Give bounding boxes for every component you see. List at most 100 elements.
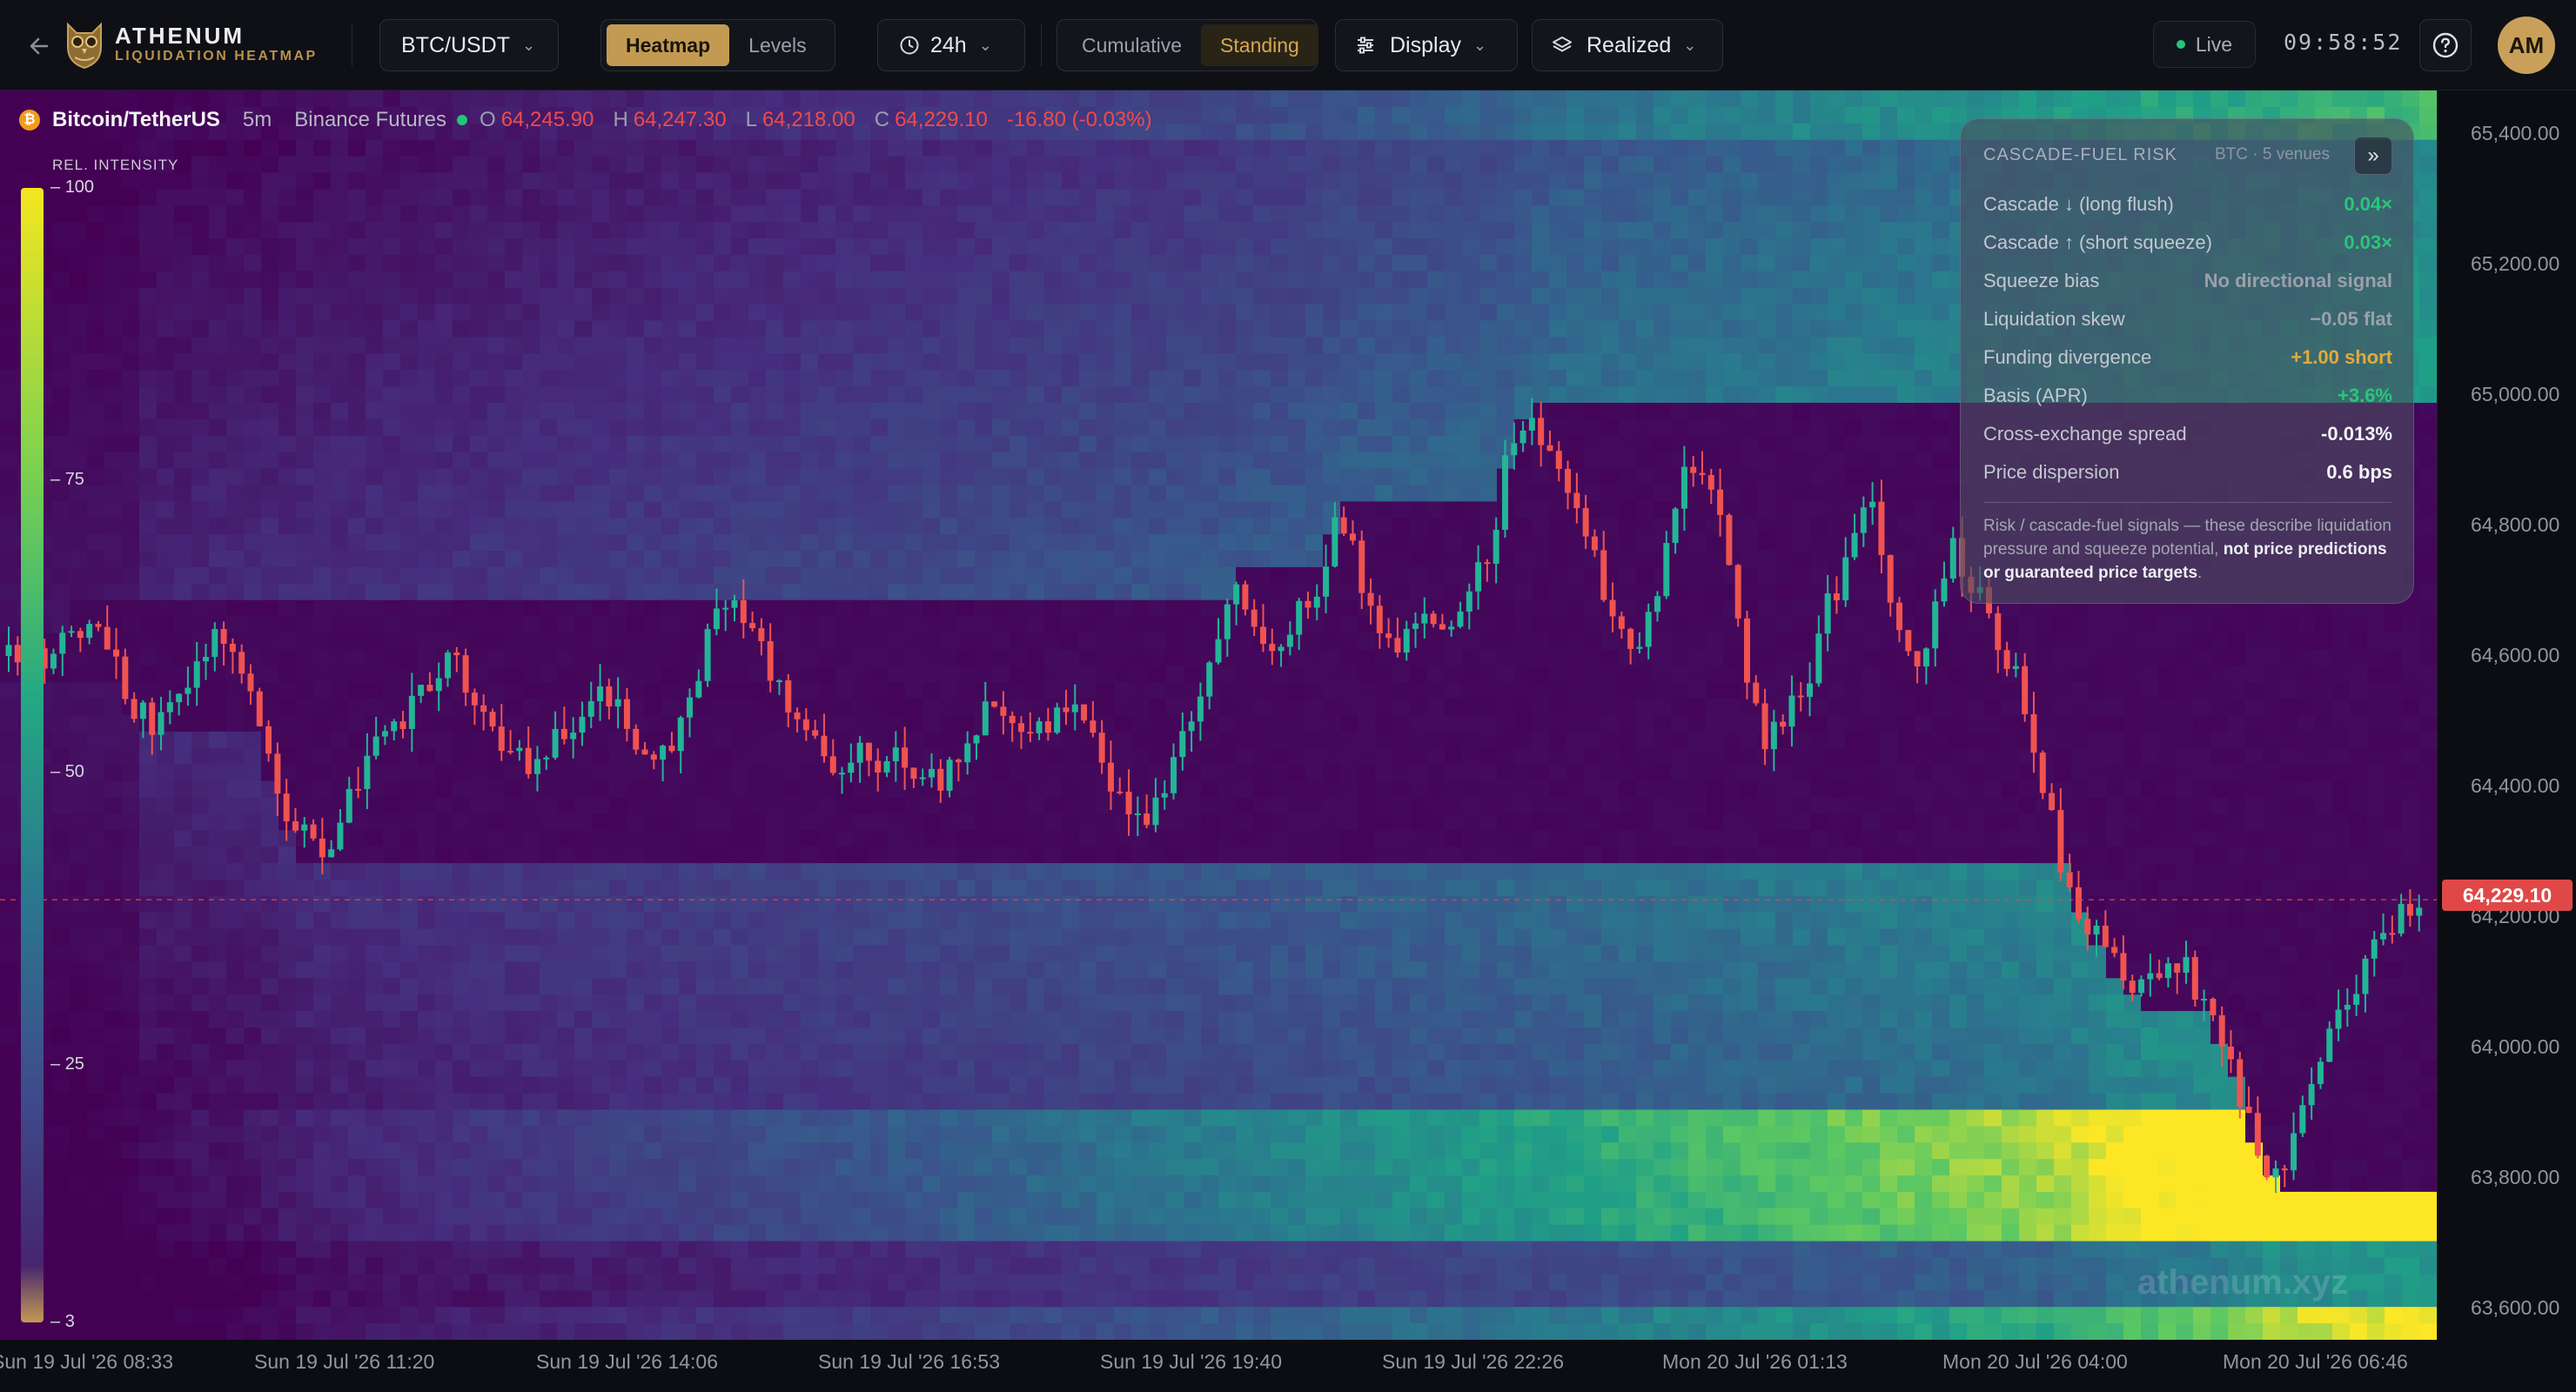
- heatmap-cell: [435, 1159, 453, 1176]
- live-indicator[interactable]: Live: [2153, 21, 2256, 68]
- heatmap-cell: [574, 139, 593, 157]
- heatmap-cell: [557, 863, 575, 880]
- tab-heatmap[interactable]: Heatmap: [607, 24, 730, 66]
- heatmap-cell: [714, 254, 732, 272]
- heatmap-cell: [783, 1290, 802, 1308]
- heatmap-cell: [574, 1323, 593, 1340]
- heatmap-cell: [191, 1257, 210, 1275]
- heatmap-cell: [540, 928, 558, 947]
- heatmap-cell: [1010, 1290, 1028, 1308]
- heatmap-cell: [400, 304, 419, 322]
- heatmap-cell: [609, 1076, 627, 1094]
- heatmap-cell: [1079, 1159, 1097, 1176]
- tab-standing[interactable]: Standing: [1201, 24, 1318, 66]
- heatmap-cell: [278, 353, 297, 371]
- heatmap-cell: [487, 1274, 506, 1291]
- heatmap-cell: [383, 583, 401, 601]
- heatmap-cell: [157, 205, 175, 223]
- heatmap-cell: [261, 452, 279, 470]
- heatmap-cell: [87, 879, 105, 897]
- heatmap-cell: [922, 551, 941, 568]
- heatmap-cell: [296, 452, 314, 470]
- heatmap-cell: [714, 780, 732, 799]
- heatmap-cell: [1010, 320, 1028, 338]
- heatmap-cell: [487, 1241, 506, 1259]
- heatmap-cell: [296, 616, 314, 634]
- heatmap-cell: [922, 205, 941, 223]
- heatmap-cell: [714, 1224, 732, 1242]
- heatmap-cell: [574, 370, 593, 387]
- heatmap-cell: [714, 1175, 732, 1193]
- realized-menu-button[interactable]: Realized ⌄: [1532, 19, 1723, 71]
- heatmap-cell: [574, 518, 593, 535]
- heatmap-cell: [661, 797, 680, 814]
- heatmap-cell: [453, 156, 471, 174]
- heatmap-cell: [783, 403, 802, 420]
- heatmap-cell: [244, 304, 262, 322]
- heatmap-cell: [922, 485, 941, 502]
- heatmap-cell: [975, 649, 993, 666]
- heatmap-cell: [679, 682, 697, 699]
- range-selector[interactable]: 24h ⌄: [877, 19, 1025, 71]
- heatmap-cell: [157, 1175, 175, 1193]
- heatmap-cell: [366, 1191, 384, 1209]
- heatmap-cell: [870, 632, 889, 650]
- heatmap-cell: [435, 912, 453, 930]
- heatmap-cell: [888, 682, 906, 699]
- heatmap-cell: [574, 945, 593, 962]
- heatmap-cell: [992, 830, 1010, 847]
- heatmap-cell: [296, 1093, 314, 1111]
- heatmap-cell: [348, 337, 366, 354]
- heatmap-cell: [157, 649, 175, 666]
- heatmap-cell: [661, 961, 680, 979]
- heatmap-cell: [731, 172, 749, 190]
- heatmap-cell: [1114, 172, 1132, 190]
- heatmap-cell: [313, 978, 332, 995]
- heatmap-cell: [940, 518, 958, 535]
- heatmap-cell: [1114, 1175, 1132, 1193]
- heatmap-cell: [418, 139, 436, 157]
- heatmap-cell: [122, 418, 140, 437]
- heatmap-cell: [87, 254, 105, 272]
- display-menu-button[interactable]: Display ⌄: [1335, 19, 1518, 71]
- heatmap-cell: [366, 1060, 384, 1078]
- heatmap-cell: [975, 830, 993, 847]
- heatmap-cell: [122, 254, 140, 272]
- heatmap-cell: [470, 90, 488, 108]
- heatmap-cell: [1097, 1307, 1115, 1324]
- tab-cumulative[interactable]: Cumulative: [1063, 24, 1201, 66]
- help-button[interactable]: [2419, 19, 2472, 71]
- heatmap-cell: [975, 485, 993, 502]
- heatmap-cell: [905, 287, 923, 305]
- avatar[interactable]: AM: [2498, 17, 2555, 74]
- heatmap-cell: [818, 1142, 836, 1160]
- heatmap-cell: [157, 895, 175, 914]
- heatmap-cell: [1010, 1224, 1028, 1242]
- heatmap-cell: [400, 1011, 419, 1028]
- heatmap-cell: [1044, 551, 1063, 568]
- heatmap-cell: [453, 370, 471, 387]
- heatmap-cell: [1027, 139, 1045, 157]
- heatmap-cell: [331, 551, 349, 568]
- heatmap-cell: [139, 1011, 158, 1028]
- heatmap-cell: [835, 797, 854, 814]
- heatmap-cell: [505, 1191, 523, 1209]
- heatmap-cell: [331, 386, 349, 404]
- heatmap-cell: [1062, 1142, 1080, 1160]
- back-arrow-icon[interactable]: [24, 31, 54, 61]
- heatmap-cell: [1010, 172, 1028, 190]
- heatmap-cell: [835, 320, 854, 338]
- heatmap-cell: [696, 238, 714, 256]
- heatmap-cell: [1062, 978, 1080, 995]
- heatmap-cell: [731, 715, 749, 733]
- heatmap-cell: [557, 320, 575, 338]
- heatmap-cell: [1079, 1307, 1097, 1324]
- tab-levels[interactable]: Levels: [729, 24, 825, 66]
- heatmap-cell: [453, 699, 471, 716]
- heatmap-cell: [1010, 1274, 1028, 1291]
- heatmap-cell: [992, 90, 1010, 108]
- heatmap-cell: [609, 287, 627, 305]
- heatmap-cell: [278, 271, 297, 289]
- heatmap-cell: [644, 534, 662, 552]
- pair-selector[interactable]: BTC/USDT ⌄: [379, 19, 559, 71]
